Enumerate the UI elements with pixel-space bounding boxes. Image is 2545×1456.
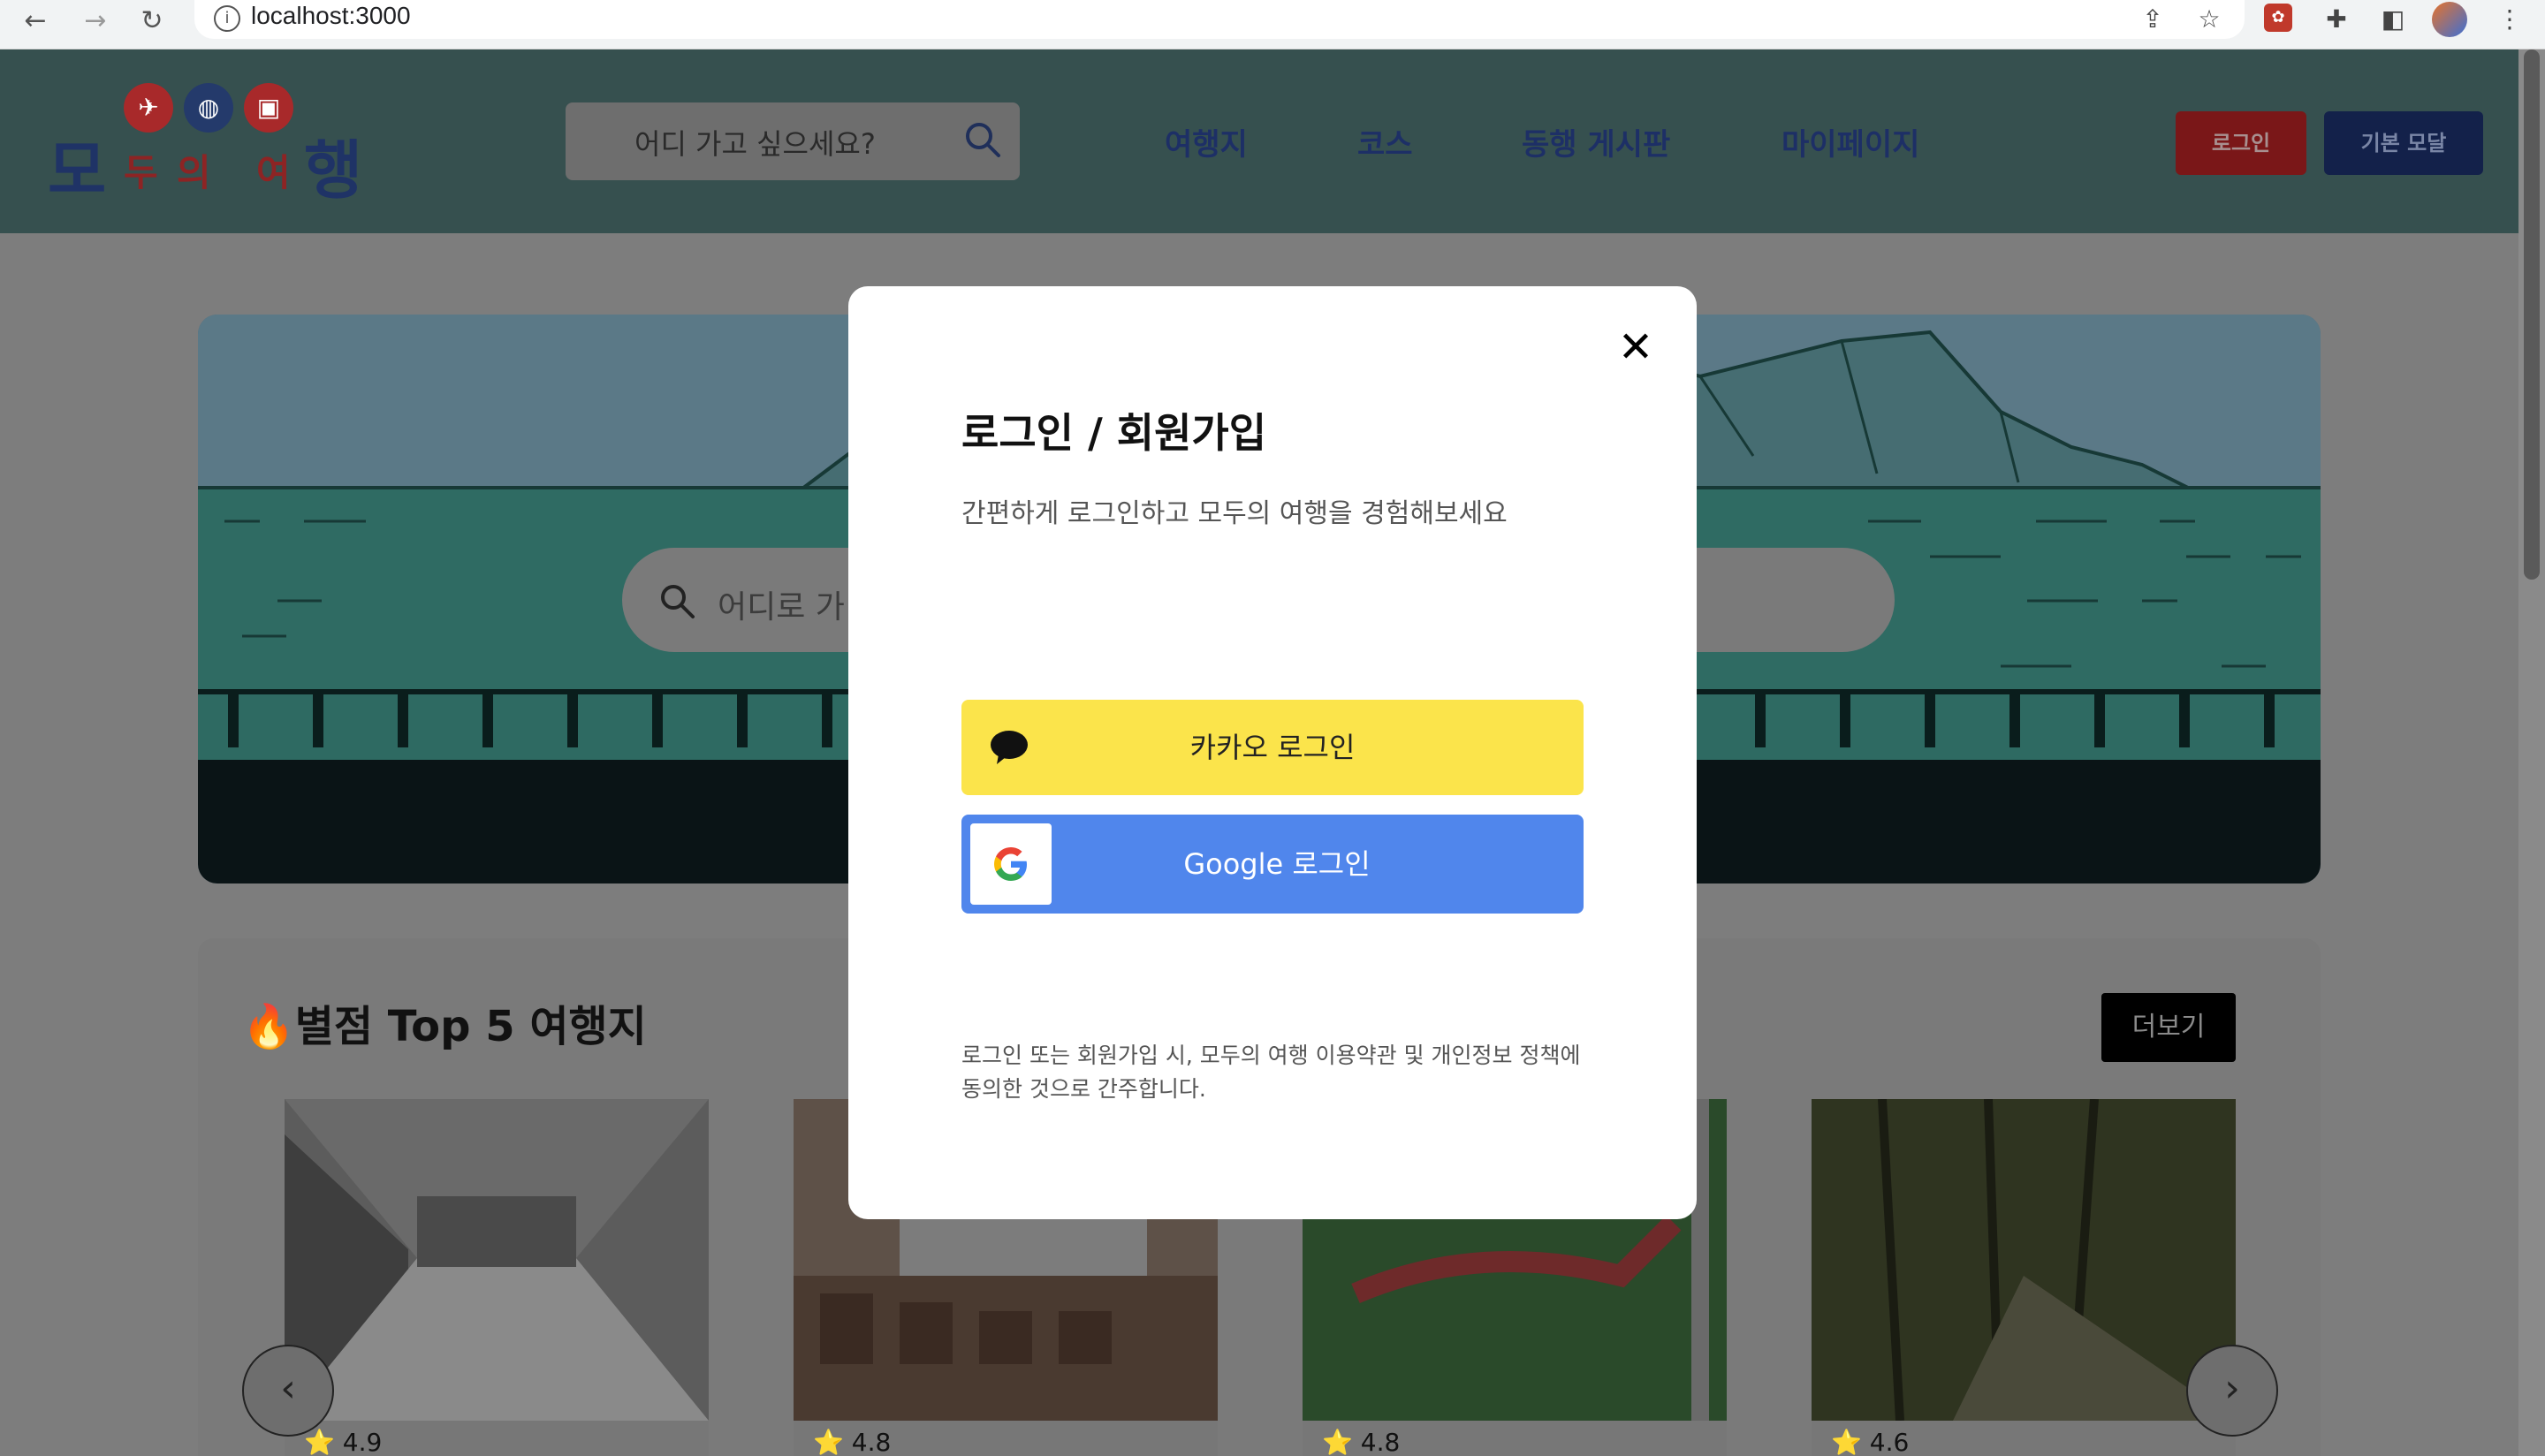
scrollbar-thumb[interactable] (2524, 49, 2540, 580)
close-icon[interactable]: ✕ (1614, 325, 1658, 369)
logo-char-du: 두 (124, 151, 158, 194)
terms-notice: 로그인 또는 회원가입 시, 모두의 여행 이용약관 및 개인정보 정책에 동의… (961, 1043, 1581, 1102)
nav-companion-board[interactable]: 동행 게시판 (1522, 120, 1670, 163)
nav-courses[interactable]: 코스 (1357, 120, 1413, 163)
menu-kebab-icon[interactable]: ⋮ (2492, 2, 2527, 37)
card-image (285, 1099, 709, 1421)
google-login-label: Google 로그인 (1183, 847, 1371, 881)
suitcase-icon: ▣ (244, 83, 293, 133)
site-info-icon[interactable]: i (214, 5, 240, 32)
logo-char-yeo: 여 (256, 151, 291, 194)
nav-mypage[interactable]: 마이페이지 (1782, 120, 1919, 163)
kakao-login-button[interactable]: 카카오 로그인 (961, 700, 1584, 795)
card-image (1812, 1099, 2236, 1421)
modal-subtitle: 간편하게 로그인하고 모두의 여행을 경험해보세요 (961, 498, 1508, 529)
site-logo[interactable]: ✈ ◍ ▣ 모 두 의 여 행 (48, 83, 375, 224)
puzzle-icon[interactable]: ✚ (2319, 2, 2354, 37)
header-login-button[interactable]: 로그인 (2176, 111, 2306, 175)
login-modal: ✕ 로그인 / 회원가입 간편하게 로그인하고 모두의 여행을 경험해보세요 카… (848, 286, 1697, 1219)
header-search-placeholder: 어디 가고 싶으세요? (634, 127, 876, 161)
hero-search-placeholder: 어디로 가 (718, 589, 845, 626)
sidepanel-icon[interactable]: ◧ (2375, 2, 2411, 37)
nav-destinations[interactable]: 여행지 (1165, 120, 1248, 163)
kakao-login-label: 카카오 로그인 (1189, 731, 1356, 764)
modal-title: 로그인 / 회원가입 (961, 409, 1267, 457)
address-bar[interactable]: i localhost:3000 (194, 0, 2245, 39)
search-icon (661, 585, 695, 618)
browser-toolbar: ← → ↻ i localhost:3000 ⇪ ☆ ✿ ✚ ◧ ⋮ (0, 0, 2545, 49)
site-header: ✈ ◍ ▣ 모 두 의 여 행 어디 가고 싶으세요? 여행지 코스 동행 게시… (0, 49, 2518, 233)
share-icon[interactable]: ⇪ (2135, 2, 2170, 37)
destination-card[interactable]: ⭐ 4.6 (1812, 1099, 2236, 1456)
card-rating: ⭐ 4.8 (813, 1428, 892, 1456)
logo-char-ui: 의 (177, 151, 211, 194)
google-login-button[interactable]: Google 로그인 (961, 815, 1584, 914)
profile-avatar[interactable] (2432, 2, 2467, 37)
airplane-icon: ✈ (124, 83, 173, 133)
forward-icon[interactable]: → (78, 4, 113, 39)
back-icon[interactable]: ← (18, 4, 53, 39)
destination-card[interactable]: ⭐ 4.9 (285, 1099, 709, 1456)
section-title: 🔥별점 Top 5 여행지 (242, 1002, 647, 1051)
card-rating: ⭐ 4.6 (1831, 1428, 1910, 1456)
logo-char-haeng: 행 (304, 133, 363, 208)
more-button[interactable]: 더보기 (2101, 993, 2236, 1062)
card-rating: ⭐ 4.9 (304, 1428, 383, 1456)
globe-icon: ◍ (184, 83, 233, 133)
carousel-next-button[interactable]: › (2186, 1345, 2278, 1437)
header-search-input[interactable]: 어디 가고 싶으세요? (566, 102, 1020, 180)
url-text[interactable]: localhost:3000 (251, 2, 411, 30)
carousel-prev-button[interactable]: ‹ (242, 1345, 334, 1437)
header-basic-modal-button[interactable]: 기본 모달 (2324, 111, 2483, 175)
extension-icon[interactable]: ✿ (2264, 4, 2292, 32)
logo-char-mo: 모 (48, 133, 107, 208)
reload-icon[interactable]: ↻ (134, 4, 170, 39)
card-rating: ⭐ 4.8 (1322, 1428, 1401, 1456)
search-icon[interactable] (961, 118, 1004, 161)
page-scrollbar[interactable] (2518, 49, 2545, 1456)
bookmark-star-icon[interactable]: ☆ (2192, 2, 2227, 37)
